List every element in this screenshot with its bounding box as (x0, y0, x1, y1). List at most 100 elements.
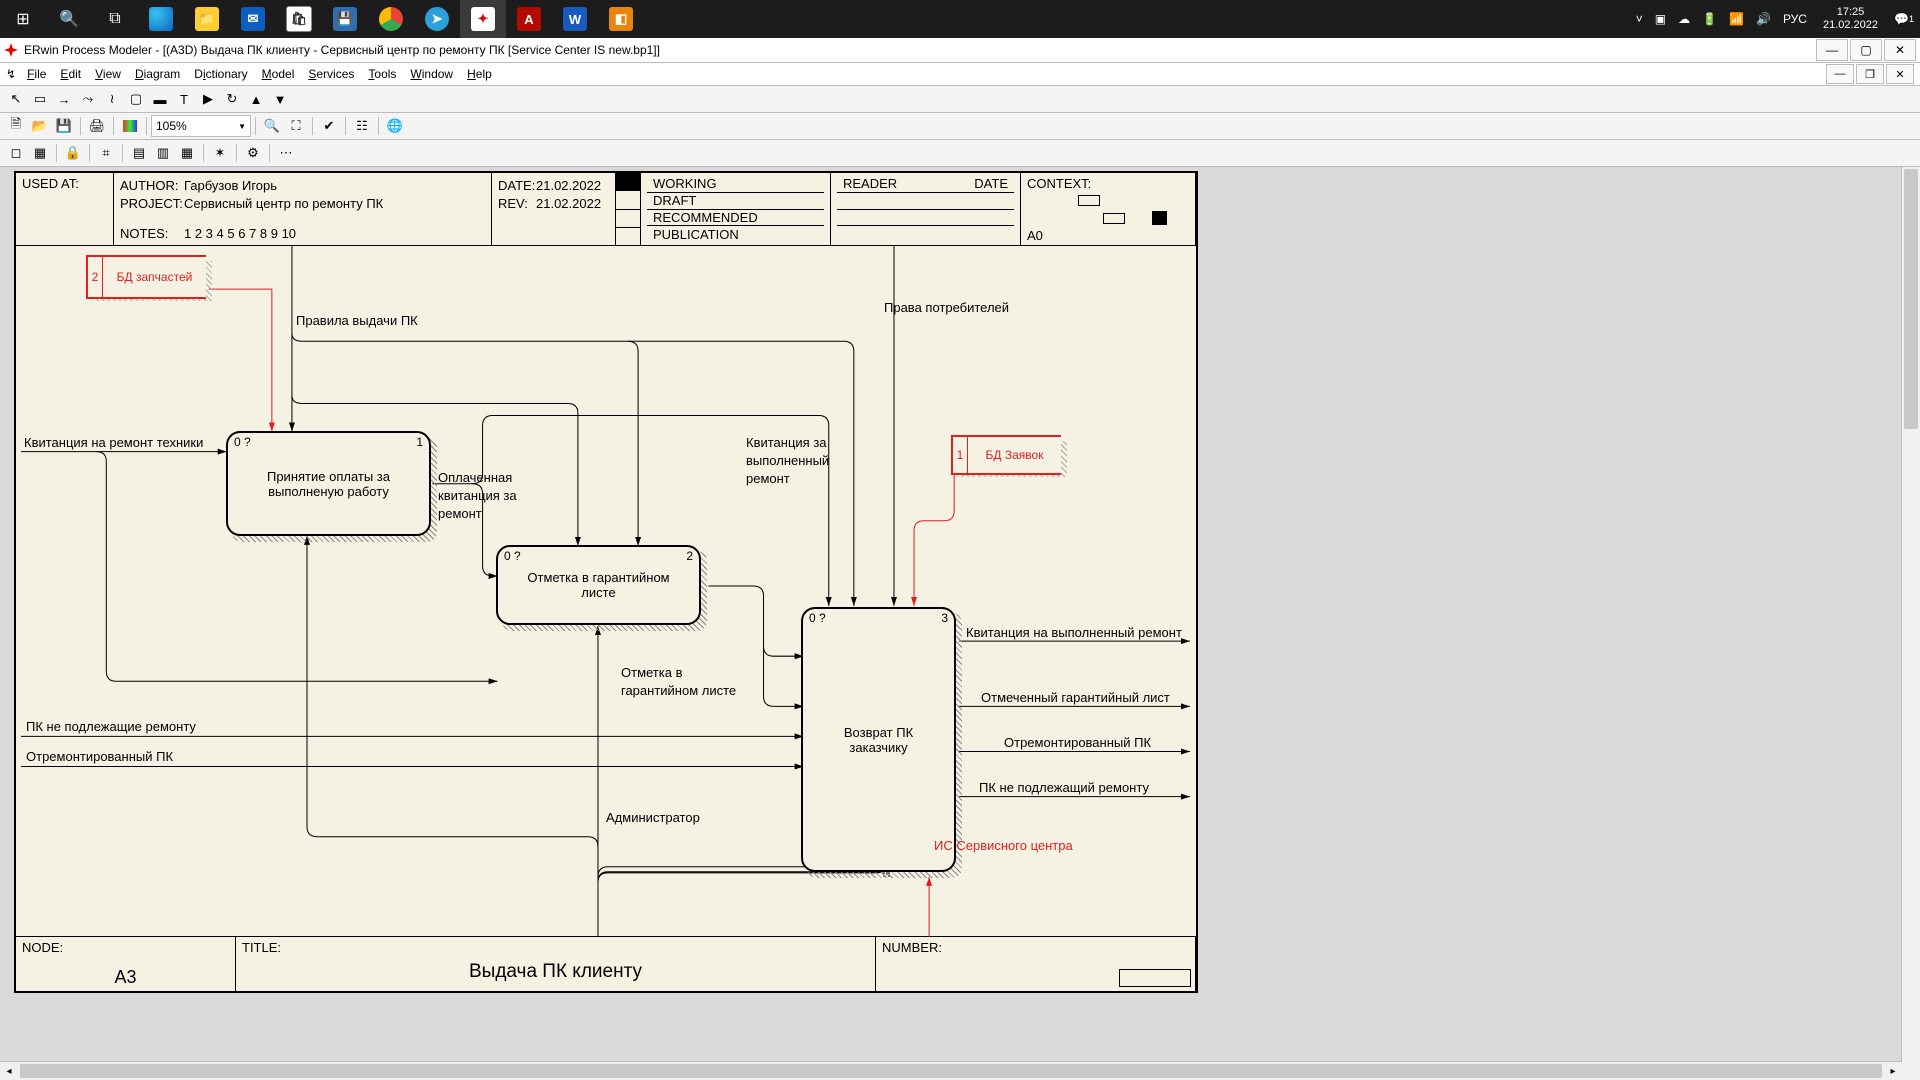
tray-battery-icon[interactable]: 🔋 (1696, 0, 1723, 38)
app-orange-icon[interactable]: ◧ (598, 0, 644, 38)
activity-accept-payment[interactable]: 0 ? 1 Принятие оплаты за выполненую рабо… (226, 431, 431, 536)
menu-tools[interactable]: Tools (361, 67, 403, 81)
tool-palette-icon[interactable] (119, 115, 141, 137)
tool-print-icon[interactable]: 🖨 (86, 115, 108, 137)
tool-lock-icon[interactable]: 🔒 (62, 142, 84, 164)
menu-view[interactable]: View (88, 67, 128, 81)
chrome-icon[interactable] (368, 0, 414, 38)
tool-pointer-icon[interactable]: ↖ (5, 88, 27, 110)
label-in-bad: ПК не подлежащие ремонту (26, 719, 196, 734)
window-minimize-button[interactable]: — (1816, 39, 1848, 61)
tool-misc6-icon[interactable]: ▦ (176, 142, 198, 164)
tool-arrow-icon[interactable]: → (53, 88, 75, 110)
menubar: ↯ FFileile Edit View Diagram Dictionary … (0, 63, 1920, 86)
mdi-close-button[interactable]: ✕ (1886, 64, 1914, 84)
clock-time: 17:25 (1837, 6, 1865, 19)
menu-diagram[interactable]: Diagram (128, 67, 187, 81)
tool-rotate-icon[interactable]: ↻ (221, 88, 243, 110)
tool-misc5-icon[interactable]: ▥ (152, 142, 174, 164)
scroll-thumb[interactable] (20, 1064, 1882, 1078)
tool-misc8-icon[interactable]: ⚙ (242, 142, 264, 164)
telegram-icon[interactable]: ➤ (414, 0, 460, 38)
mdi-minimize-button[interactable]: — (1826, 64, 1854, 84)
menu-help[interactable]: Help (460, 67, 499, 81)
label-done2: выполненный (746, 453, 829, 468)
activity-warranty-mark[interactable]: 0 ? 2 Отметка в гарантийном листе (496, 545, 701, 625)
scroll-corner (1902, 1062, 1920, 1080)
tool-zoom-fit-icon[interactable]: ⛶ (285, 115, 307, 137)
store-icon[interactable]: 🛍 (276, 0, 322, 38)
chevron-down-icon: ▼ (238, 122, 246, 131)
horizontal-scrollbar[interactable]: ◂ ▸ (0, 1061, 1902, 1080)
taskbar-right: ˅ ▣ ☁ 🔋 📶 🔊 РУС 17:25 21.02.2022 💬1 (644, 0, 1920, 38)
window-maximize-button[interactable]: ▢ (1850, 39, 1882, 61)
menu-window[interactable]: Window (403, 67, 460, 81)
app-generic-icon[interactable]: 💾 (322, 0, 368, 38)
start-button[interactable]: ⊞ (0, 0, 46, 38)
mail-icon[interactable]: ✉ (230, 0, 276, 38)
explorer-icon[interactable]: 📁 (184, 0, 230, 38)
label-is: ИС Сервисного центра (934, 838, 1073, 853)
menu-services[interactable]: Services (301, 67, 361, 81)
tool-new-icon[interactable]: 🗎 (5, 115, 27, 137)
window-close-button[interactable]: ✕ (1884, 39, 1916, 61)
tool-up-icon[interactable]: ▲ (245, 88, 267, 110)
diagram-canvas[interactable]: 2 БД запчастей 1 БД Заявок 0 ? 1 Пр (16, 245, 1196, 937)
word-icon[interactable]: W (552, 0, 598, 38)
tool-down-icon[interactable]: ▼ (269, 88, 291, 110)
datastore-requests-db[interactable]: 1 БД Заявок (951, 435, 1061, 471)
tray-wifi-icon[interactable]: 📶 (1723, 0, 1750, 38)
tool-check-icon[interactable]: ✔ (318, 115, 340, 137)
app-logo-icon (4, 43, 18, 57)
tool-globe-icon[interactable]: 🌐 (384, 115, 406, 137)
tray-clock[interactable]: 17:25 21.02.2022 (1813, 6, 1888, 32)
tool-tree-icon[interactable]: ☷ (351, 115, 373, 137)
tool-misc3-icon[interactable]: ⌗ (95, 142, 117, 164)
erwin-icon[interactable]: ✦ (460, 0, 506, 38)
tool-zoom-in-icon[interactable]: 🔍 (261, 115, 283, 137)
search-icon[interactable]: 🔍 (46, 0, 92, 38)
tray-lang[interactable]: РУС (1777, 0, 1813, 38)
scroll-thumb[interactable] (1904, 169, 1918, 429)
idef0-sheet[interactable]: USED AT: AUTHOR:Гарбузов Игорь PROJECT:С… (14, 171, 1198, 993)
tool-zigzag-icon[interactable]: ≀ (101, 88, 123, 110)
tray-onedrive-icon[interactable]: ▣ (1649, 0, 1672, 38)
label-mark2: гарантийном листе (621, 683, 736, 698)
menu-dictionary[interactable]: Dictionary (187, 67, 254, 81)
tool-activity-icon[interactable]: ▭ (29, 88, 51, 110)
tray-volume-icon[interactable]: 🔊 (1750, 0, 1777, 38)
frame-status-marks (616, 173, 641, 245)
tool-open-icon[interactable]: 📂 (29, 115, 51, 137)
tool-box-icon[interactable]: ▢ (125, 88, 147, 110)
menu-model[interactable]: Model (255, 67, 302, 81)
datastore-parts-db[interactable]: 2 БД запчастей (86, 255, 206, 295)
activity-return-pc[interactable]: 0 ? 3 Возврат ПК заказчику (801, 607, 956, 872)
label-paid1: Оплаченная (438, 470, 512, 485)
menu-edit[interactable]: Edit (53, 67, 88, 81)
tool-misc7-icon[interactable]: ✶ (209, 142, 231, 164)
tool-misc2-icon[interactable]: ▦ (29, 142, 51, 164)
toolbar-drawing: ↖ ▭ → ⤳ ≀ ▢ ▬ T ▶ ↻ ▲ ▼ (0, 86, 1920, 113)
task-view-icon[interactable]: ⧉ (92, 0, 138, 38)
frame-dates: DATE:21.02.2022 REV:21.02.2022 (492, 173, 616, 245)
frame-status: WORKING DRAFT RECOMMENDED PUBLICATION (641, 173, 831, 245)
tray-cloud-icon[interactable]: ☁ (1672, 0, 1696, 38)
zoom-combo[interactable]: 105% ▼ (151, 115, 251, 137)
edge-icon[interactable] (138, 0, 184, 38)
tool-squiggle-icon[interactable]: ⤳ (77, 88, 99, 110)
tray-chevron-icon[interactable]: ˅ (1630, 0, 1649, 38)
scroll-left-icon[interactable]: ◂ (0, 1062, 18, 1080)
tool-misc4-icon[interactable]: ▤ (128, 142, 150, 164)
acrobat-icon[interactable]: A (506, 0, 552, 38)
scroll-right-icon[interactable]: ▸ (1884, 1062, 1902, 1080)
tool-text-icon[interactable]: T (173, 88, 195, 110)
menu-file[interactable]: FFileile (20, 67, 53, 81)
tool-misc1-icon[interactable]: ◻ (5, 142, 27, 164)
tray-notifications-icon[interactable]: 💬1 (1888, 0, 1920, 38)
vertical-scrollbar[interactable] (1901, 167, 1920, 1062)
mdi-restore-button[interactable]: ❐ (1856, 64, 1884, 84)
tool-save-icon[interactable]: 💾 (53, 115, 75, 137)
tool-misc9-icon[interactable]: ⋯ (275, 142, 297, 164)
tool-box-filled-icon[interactable]: ▬ (149, 88, 171, 110)
tool-go-right-icon[interactable]: ▶ (197, 88, 219, 110)
